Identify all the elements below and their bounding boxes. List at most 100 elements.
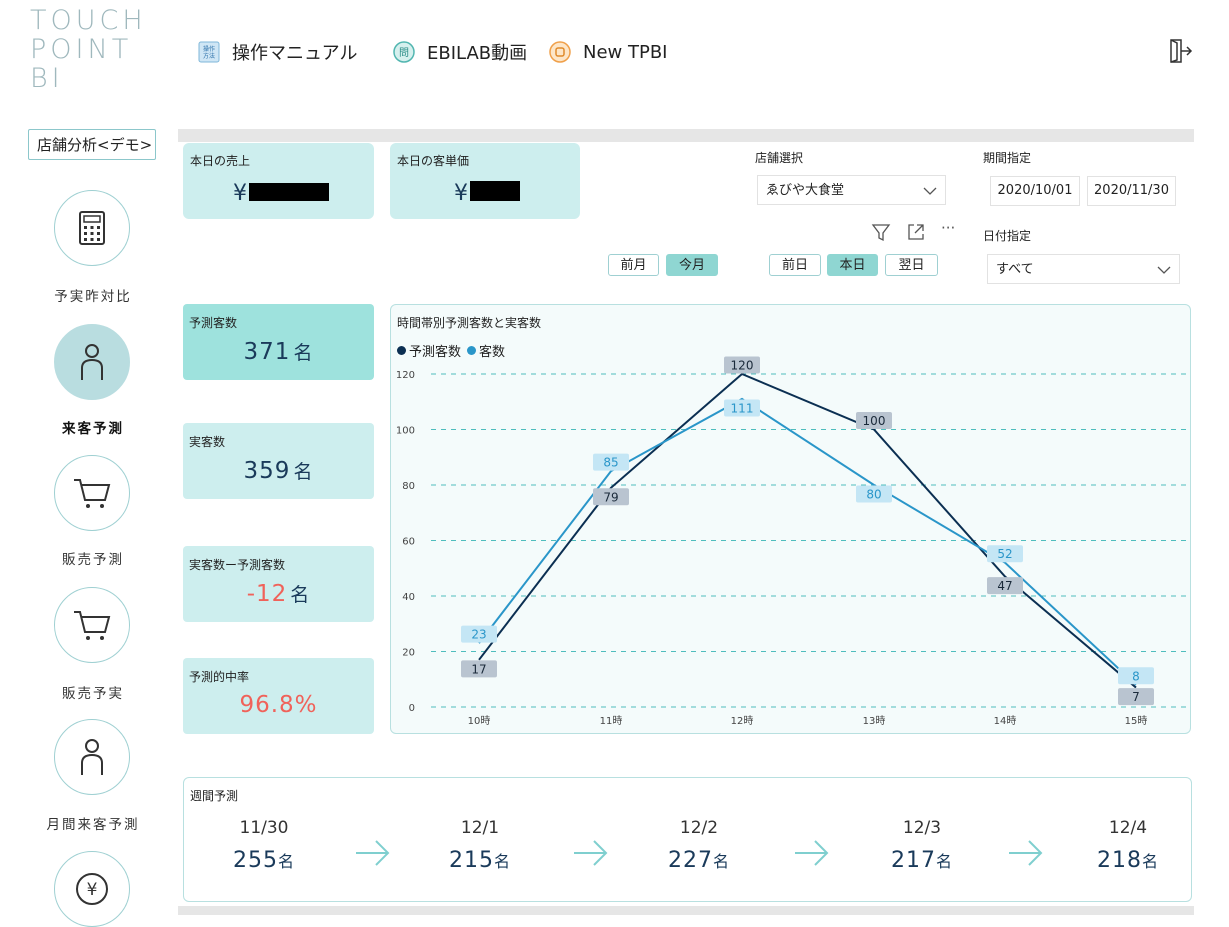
chevron-down-icon [923, 187, 937, 195]
svg-text:問: 問 [399, 47, 409, 59]
video-label: EBILAB動画 [427, 43, 528, 64]
person-icon [81, 344, 103, 380]
predicted-visitors-value: 371 名 [183, 338, 374, 365]
this-month-button[interactable]: 今月 [666, 254, 718, 276]
weekly-day-value: 227名 [649, 848, 749, 873]
unit-label: 名 [293, 342, 314, 364]
manual-icon: 操作 方法 [198, 41, 220, 63]
video-link[interactable]: 問 EBILAB動画 [393, 38, 527, 66]
nav-budget-actual-label[interactable]: 予実昨対比 [28, 285, 158, 305]
actual-visitors-card: 実客数 359 名 [183, 423, 374, 499]
yen-icon: ¥ [76, 873, 108, 905]
unit-label: 名 [277, 852, 295, 871]
diff-visitors-card: 実客数ー予測客数 -12 名 [183, 546, 374, 622]
accuracy-value: 96.8% [239, 692, 318, 718]
focus-mode-icon[interactable] [906, 222, 926, 242]
nav-visitor-forecast[interactable] [54, 324, 130, 400]
y-tick-label: 40 [402, 592, 415, 603]
y-tick-label: 120 [396, 370, 415, 381]
store-dropdown[interactable]: ゑびや大食堂 [757, 175, 946, 205]
filter-icon[interactable] [871, 222, 891, 242]
prev-day-button[interactable]: 前日 [769, 254, 821, 276]
weekly-day-value: 217名 [872, 848, 972, 873]
actual-data-label: 23 [471, 628, 486, 642]
manual-link[interactable]: 操作 方法 操作マニュアル [198, 38, 357, 66]
weekly-day-date: 12/1 [460, 818, 500, 838]
svg-text:操作: 操作 [203, 45, 215, 53]
person-icon [81, 739, 103, 775]
redacted-value [249, 183, 329, 201]
weekly-day-date: 12/2 [679, 818, 719, 838]
diff-visitors-number: -12 [246, 581, 288, 607]
x-tick-label: 14時 [994, 715, 1017, 727]
predicted-data-label: 100 [863, 414, 886, 428]
nav-budget-actual[interactable] [54, 190, 130, 266]
weekly-day-value: 255名 [214, 848, 314, 873]
today-sales-title: 本日の売上 [190, 154, 251, 168]
weekly-day-value: 215名 [430, 848, 530, 873]
period-start-input[interactable]: 2020/10/01 [990, 176, 1080, 206]
date-dropdown[interactable]: すべて [987, 254, 1180, 284]
nav-visitor-forecast-label[interactable]: 来客予測 [28, 417, 158, 437]
predicted-data-label: 17 [471, 662, 486, 676]
store-analysis-select[interactable]: 店舗分析<デモ> [28, 129, 156, 160]
nav-yen[interactable]: ¥ [54, 851, 130, 927]
today-button[interactable]: 本日 [827, 254, 878, 276]
actual-data-label: 52 [997, 547, 1012, 561]
svg-text:方法: 方法 [203, 52, 215, 60]
unit-label: 名 [712, 852, 730, 871]
unit-label: 名 [293, 461, 314, 483]
footer-bar [178, 906, 1194, 915]
tpbi-label: New TPBI [583, 41, 668, 63]
diff-visitors-value: -12 名 [183, 580, 374, 607]
actual-data-label: 8 [1132, 669, 1140, 683]
diff-visitors-title: 実客数ー予測客数 [189, 558, 286, 572]
predicted-visitors-title: 予測客数 [189, 316, 238, 330]
accuracy-title: 予測的中率 [189, 670, 250, 684]
actual-visitors-number: 359 [243, 458, 291, 484]
y-tick-label: 0 [409, 703, 415, 714]
weekly-day-value: 218名 [1078, 848, 1178, 873]
tpbi-link[interactable]: New TPBI [549, 38, 668, 66]
x-tick-label: 12時 [731, 715, 754, 727]
nav-sales-actual-label[interactable]: 販売予実 [28, 682, 158, 702]
y-tick-label: 100 [396, 426, 415, 437]
period-label: 期間指定 [983, 151, 1032, 165]
actual-series-line [478, 397, 1137, 686]
arrow-right-icon [794, 840, 828, 866]
period-end-input[interactable]: 2020/11/30 [1087, 176, 1176, 206]
actual-data-label: 80 [866, 488, 881, 502]
line-chart: 0 20 40 60 80 100 120 10時 11時 12時 13時 14時 15時 17 23 79 8… [396, 356, 1186, 727]
nav-monthly-visitor[interactable] [54, 719, 130, 795]
y-tick-label: 80 [402, 481, 415, 492]
predicted-data-label: 7 [1132, 690, 1140, 704]
today-unit-price-card: 本日の客単価 ¥ [390, 143, 580, 219]
nav-monthly-visitor-label[interactable]: 月間来客予測 [28, 813, 158, 833]
arrow-right-icon [1009, 840, 1043, 866]
actual-visitors-value: 359 名 [183, 457, 374, 484]
today-sales-card: 本日の売上 ¥ [183, 143, 374, 219]
more-options-icon[interactable]: ··· [941, 219, 955, 237]
prev-month-button[interactable]: 前月 [608, 254, 659, 276]
unit-label: 名 [1141, 852, 1159, 871]
x-tick-label: 13時 [863, 715, 886, 727]
x-tick-label: 10時 [468, 715, 491, 727]
next-day-button[interactable]: 翌日 [885, 254, 938, 276]
app-logo: TOUCH POINT BI [30, 6, 147, 93]
unit-price-yen: ¥ [454, 181, 469, 206]
x-tick-label: 15時 [1125, 715, 1148, 727]
video-icon: 問 [393, 41, 415, 63]
logout-icon[interactable] [1168, 38, 1194, 68]
accuracy-card: 予測的中率 96.8% [183, 658, 374, 734]
nav-sales-forecast[interactable] [54, 455, 130, 531]
x-tick-label: 11時 [600, 715, 623, 727]
predicted-data-label: 120 [731, 359, 754, 373]
nav-sales-actual[interactable] [54, 587, 130, 663]
weekly-title: 週間予測 [190, 789, 239, 803]
unit-label: 名 [493, 852, 511, 871]
predicted-series-line [478, 372, 1137, 689]
nav-sales-forecast-label[interactable]: 販売予測 [28, 548, 158, 568]
predicted-visitors-card: 予測客数 371 名 [183, 304, 374, 380]
y-tick-label: 20 [402, 648, 415, 659]
arrow-right-icon [573, 840, 607, 866]
